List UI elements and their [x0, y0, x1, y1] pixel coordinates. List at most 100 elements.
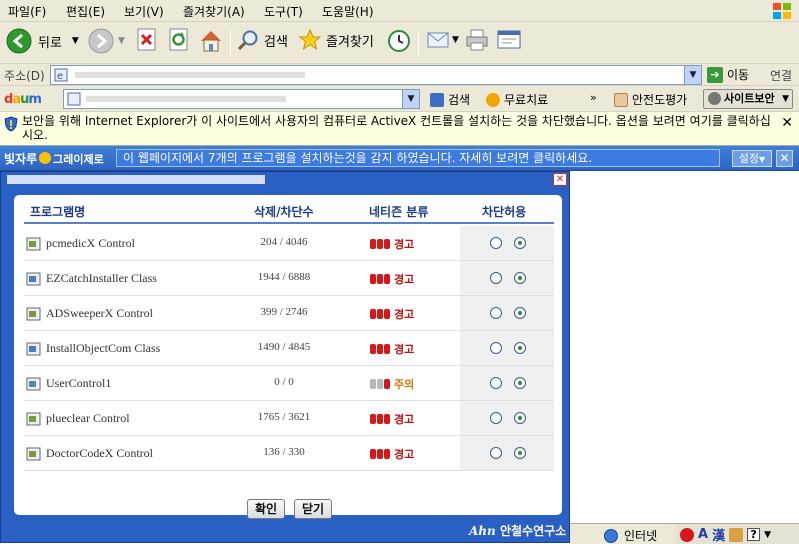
- free-cure-button[interactable]: 무료치료: [486, 91, 548, 108]
- ime-status-icon[interactable]: [680, 527, 694, 542]
- settings-button[interactable]: 설정▼: [732, 150, 772, 167]
- block-radio[interactable]: [490, 377, 502, 389]
- daum-search-input[interactable]: ▼: [63, 89, 420, 109]
- search-button[interactable]: 검색: [236, 28, 288, 52]
- block-radio[interactable]: [490, 237, 502, 249]
- menu-view[interactable]: 보기(V): [124, 3, 164, 20]
- menu-favorites[interactable]: 즐겨찾기(A): [183, 3, 245, 20]
- chevron-more-icon[interactable]: »: [590, 91, 597, 104]
- rating-indicator: 주의: [370, 376, 414, 392]
- site-security-button[interactable]: 사이트보안 ▼: [703, 89, 793, 109]
- back-label: 뒤로: [38, 35, 62, 51]
- help-icon[interactable]: ?: [747, 528, 761, 541]
- allow-radio[interactable]: [514, 412, 526, 424]
- address-dropdown-icon[interactable]: ▼: [684, 66, 701, 84]
- stop-button[interactable]: [136, 28, 158, 52]
- allow-radio[interactable]: [514, 342, 526, 354]
- allow-radio[interactable]: [514, 377, 526, 389]
- menu-edit[interactable]: 편집(E): [66, 3, 105, 20]
- block-radio[interactable]: [490, 307, 502, 319]
- status-bar: 인터넷 A 漢 ? ▼: [570, 523, 799, 544]
- tray-menu-icon[interactable]: ▼: [764, 530, 771, 540]
- rating-bar-icon: [377, 274, 383, 284]
- rating-bar-icon: [377, 414, 383, 424]
- rating-label: 경고: [394, 343, 415, 356]
- mail-button[interactable]: ▼: [426, 28, 459, 52]
- block-radio[interactable]: [490, 412, 502, 424]
- close-button[interactable]: 닫기: [294, 499, 332, 519]
- information-bar-text: 보안을 위해 Internet Explorer가 이 사이트에서 사용자의 컴…: [22, 114, 771, 142]
- ok-button[interactable]: 확인: [247, 499, 285, 519]
- allow-radio[interactable]: [514, 237, 526, 249]
- safety-rating-button[interactable]: 안전도평가: [614, 91, 687, 108]
- edit-page-icon: [497, 30, 521, 49]
- menu-help[interactable]: 도움말(H): [322, 3, 374, 20]
- ime-tray: A 漢 ? ▼: [676, 525, 799, 544]
- header-block-allow: 차단허용: [482, 205, 527, 219]
- table-row: plueclear Control 1765 / 3621 경고: [24, 401, 554, 436]
- information-bar[interactable]: 보안을 위해 Internet Explorer가 이 사이트에서 사용자의 컴…: [0, 112, 799, 146]
- detection-message[interactable]: 이 웹페이지에서 7개의 프로그램을 설치하는것을 감지 하였습니다. 자세히 …: [116, 149, 720, 167]
- globe-icon: [604, 528, 618, 543]
- history-button[interactable]: [386, 28, 412, 54]
- allow-radio[interactable]: [514, 307, 526, 319]
- brand-text: 안철수연구소: [499, 524, 567, 538]
- home-button[interactable]: [198, 28, 224, 54]
- refresh-button[interactable]: [168, 28, 190, 52]
- delete-block-count: 204 / 4046: [260, 236, 308, 248]
- rating-label: 경고: [394, 273, 415, 286]
- rating-indicator: 경고: [370, 306, 414, 322]
- favorites-button[interactable]: 즐겨찾기: [298, 28, 374, 52]
- rating-indicator: 경고: [370, 271, 414, 287]
- forward-button[interactable]: ▼: [88, 28, 125, 54]
- history-icon: [388, 30, 410, 52]
- menu-bar: 파일(F) 편집(E) 보기(V) 즐겨찾기(A) 도구(T) 도움말(H): [0, 0, 799, 22]
- print-button[interactable]: [464, 28, 490, 52]
- close-icon[interactable]: ✕: [781, 115, 793, 131]
- daum-dropdown-icon[interactable]: ▼: [402, 90, 419, 108]
- favorites-label: 즐겨찾기: [326, 34, 374, 50]
- block-radio[interactable]: [490, 342, 502, 354]
- ime-hanja-toggle[interactable]: 漢: [712, 525, 725, 544]
- allow-radio[interactable]: [514, 447, 526, 459]
- forward-dropdown-icon[interactable]: ▼: [118, 36, 125, 46]
- delete-block-count: 0 / 0: [274, 376, 294, 388]
- menu-file[interactable]: 파일(F): [8, 3, 46, 20]
- back-dropdown-icon[interactable]: ▼: [72, 36, 79, 46]
- block-radio[interactable]: [490, 272, 502, 284]
- delete-block-count: 1765 / 3621: [257, 411, 311, 423]
- allow-radio[interactable]: [514, 272, 526, 284]
- rating-bar-icon: [384, 239, 390, 249]
- program-icon: [26, 341, 42, 357]
- rating-bar-icon: [377, 379, 383, 389]
- ime-pad-icon[interactable]: [729, 527, 744, 542]
- address-input[interactable]: e ▼: [50, 65, 702, 85]
- go-button[interactable]: ➔ 이동: [707, 66, 749, 83]
- forward-arrow-icon: [88, 28, 114, 54]
- ahnlab-logo-icon: Ahn: [469, 524, 496, 538]
- program-name: plueclear Control: [46, 411, 130, 425]
- broom-notify-bar: 빛자루 그레이제로 이 웹페이지에서 7개의 프로그램을 설치하는것을 감지 하였…: [0, 146, 799, 171]
- notify-close-button[interactable]: ✕: [776, 150, 793, 167]
- menu-tools[interactable]: 도구(T): [264, 3, 303, 20]
- sun-icon: [486, 92, 500, 107]
- links-label[interactable]: 연결: [770, 67, 792, 84]
- go-label: 이동: [727, 68, 750, 82]
- dialog-close-button[interactable]: ✕: [553, 173, 567, 186]
- block-radio[interactable]: [490, 447, 502, 459]
- daum-search-button[interactable]: 검색: [430, 91, 470, 108]
- rating-bar-icon: [384, 449, 390, 459]
- rating-bar-icon: [370, 309, 376, 319]
- rating-label: 경고: [394, 308, 415, 321]
- ime-alpha-toggle[interactable]: A: [698, 527, 708, 542]
- back-button[interactable]: 뒤로 ▼: [6, 28, 79, 54]
- block-allow-cell: [460, 226, 554, 260]
- daum-logo[interactable]: daum: [4, 92, 42, 107]
- toolbar-separator: [230, 30, 231, 56]
- grayzero-logo: 빛자루 그레이제로: [4, 150, 104, 167]
- site-security-dropdown-icon[interactable]: ▼: [782, 90, 789, 108]
- edit-button[interactable]: [496, 28, 522, 52]
- zone-label: 인터넷: [624, 529, 658, 543]
- printer-icon: [466, 29, 488, 51]
- mail-dropdown-icon[interactable]: ▼: [452, 35, 459, 45]
